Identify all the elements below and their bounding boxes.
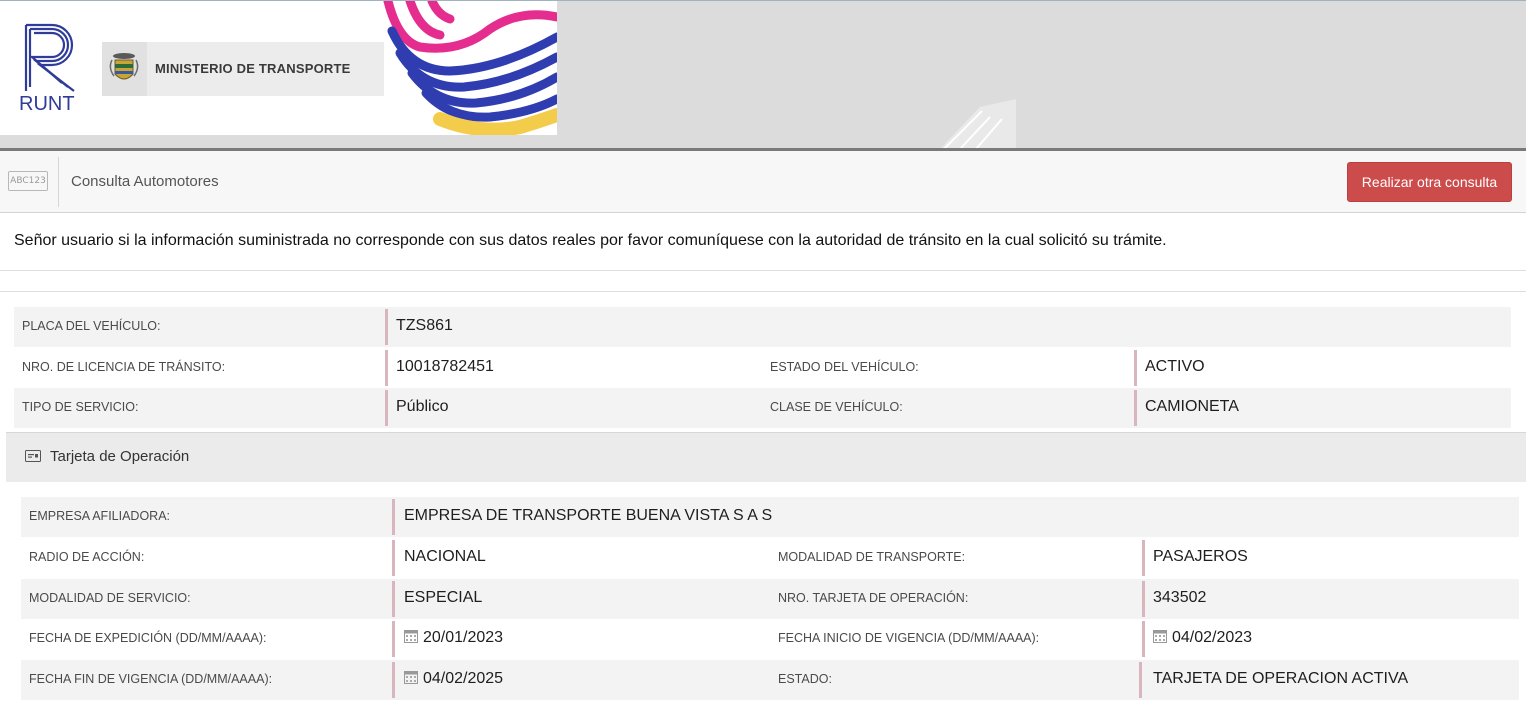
query-toolbar: ABC123 Consulta Automotores Realizar otr… (0, 151, 1526, 213)
clase-label: CLASE DE VEHÍCULO: (770, 400, 903, 414)
toolbar-title: Consulta Automotores (71, 173, 219, 190)
value-marker (385, 309, 388, 345)
row-licencia: NRO. DE LICENCIA DE TRÁNSITO: 1001878245… (14, 348, 1511, 388)
fecha-inicio-value: 04/02/2023 (1172, 629, 1253, 646)
card-icon (25, 450, 41, 462)
row-fechas: FECHA DE EXPEDICIÓN (DD/MM/AAAA): 20/01/… (21, 619, 1519, 659)
modalidad-transporte-label: MODALIDAD DE TRANSPORTE: (778, 550, 966, 564)
divider (0, 270, 1526, 271)
decorative-mountain (940, 99, 1016, 149)
calendar-icon (404, 630, 418, 643)
clase-value: CAMIONETA (1145, 398, 1239, 415)
placa-label: PLACA DEL VEHÍCULO: (22, 319, 161, 333)
value-marker (392, 540, 395, 576)
estado-tarjeta-value: TARJETA DE OPERACION ACTIVA (1153, 670, 1409, 687)
servicio-value: Público (396, 398, 449, 415)
value-marker (392, 499, 395, 535)
value-marker (1142, 581, 1145, 617)
new-query-button[interactable]: Realizar otra consulta (1347, 162, 1512, 202)
row-modalidad-servicio: MODALIDAD DE SERVICIO: ESPECIAL NRO. TAR… (21, 579, 1519, 619)
estado-vehiculo-value: ACTIVO (1145, 358, 1205, 375)
value-marker (392, 621, 395, 657)
estado-vehiculo-label: ESTADO DEL VEHÍCULO: (770, 360, 919, 374)
row-servicio: TIPO DE SERVICIO: Público CLASE DE VEHÍC… (14, 388, 1511, 428)
fecha-fin-label: FECHA FIN DE VIGENCIA (DD/MM/AAAA): (29, 672, 273, 686)
row-empresa: EMPRESA AFILIADORA: EMPRESA DE TRANSPORT… (21, 497, 1519, 537)
licencia-value: 10018782451 (396, 358, 494, 375)
fecha-fin-field: 04/02/2025 (404, 670, 503, 688)
empresa-value: EMPRESA DE TRANSPORTE BUENA VISTA S A S (404, 507, 773, 524)
row-fin-estado: FECHA FIN DE VIGENCIA (DD/MM/AAAA): 04/0… (21, 660, 1519, 700)
value-marker (1134, 350, 1137, 386)
value-marker (385, 350, 388, 386)
fecha-expedicion-label: FECHA DE EXPEDICIÓN (DD/MM/AAAA): (29, 631, 267, 645)
ministry-logo: MINISTERIO DE TRANSPORTE (102, 42, 384, 96)
calendar-icon (1153, 630, 1167, 643)
value-marker (392, 581, 395, 617)
placa-value: TZS861 (396, 317, 453, 334)
value-marker (1134, 390, 1137, 426)
value-marker (392, 662, 395, 698)
calendar-icon (404, 671, 418, 684)
row-radio: RADIO DE ACCIÓN: NACIONAL MODALIDAD DE T… (21, 538, 1519, 578)
fecha-expedicion-value: 20/01/2023 (423, 629, 504, 646)
coat-of-arms-icon (102, 42, 147, 96)
value-marker (1142, 540, 1145, 576)
nro-tarjeta-value: 343502 (1153, 589, 1207, 606)
header-banner: RUNT MINISTERIO DE TRANSPORTE (0, 1, 1526, 149)
value-marker (385, 390, 388, 426)
modalidad-servicio-value: ESPECIAL (404, 589, 483, 606)
modalidad-transporte-value: PASAJEROS (1153, 548, 1248, 565)
value-marker (1139, 662, 1142, 698)
fecha-inicio-field: 04/02/2023 (1153, 629, 1252, 647)
section-tarjeta-operacion[interactable]: Tarjeta de Operación (6, 432, 1526, 482)
modalidad-servicio-label: MODALIDAD DE SERVICIO: (29, 591, 191, 605)
decorative-waves (383, 1, 557, 135)
licencia-label: NRO. DE LICENCIA DE TRÁNSITO: (22, 360, 226, 374)
section-title: Tarjeta de Operación (50, 448, 190, 465)
divider (0, 291, 1526, 292)
fecha-fin-value: 04/02/2025 (423, 670, 504, 687)
empresa-label: EMPRESA AFILIADORA: (29, 509, 171, 523)
plate-icon: ABC123 (8, 171, 48, 191)
fecha-expedicion-field: 20/01/2023 (404, 629, 503, 647)
ministry-name: MINISTERIO DE TRANSPORTE (155, 61, 351, 76)
header-logo-area: RUNT MINISTERIO DE TRANSPORTE (0, 1, 557, 135)
runt-logo-text: RUNT (19, 93, 75, 115)
value-marker (1142, 621, 1145, 657)
row-placa: PLACA DEL VEHÍCULO: TZS861 (14, 307, 1511, 347)
nro-tarjeta-label: NRO. TARJETA DE OPERACIÓN: (778, 591, 969, 605)
radio-label: RADIO DE ACCIÓN: (29, 550, 145, 564)
user-notice: Señor usuario si la información suminist… (14, 232, 1167, 249)
fecha-inicio-label: FECHA INICIO DE VIGENCIA (DD/MM/AAAA): (778, 631, 1040, 645)
radio-value: NACIONAL (404, 548, 486, 565)
estado-tarjeta-label: ESTADO: (778, 672, 832, 686)
toolbar-separator (58, 157, 59, 207)
servicio-label: TIPO DE SERVICIO: (22, 400, 139, 414)
